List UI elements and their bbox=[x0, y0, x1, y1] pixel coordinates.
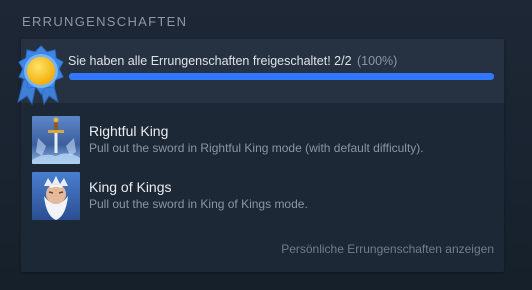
sun-ribbon-badge-icon bbox=[12, 40, 74, 108]
summary-text: Sie haben alle Errungenschaften freigesc… bbox=[68, 54, 397, 68]
summary-percent: (100%) bbox=[357, 54, 398, 68]
sword-achievement-icon bbox=[32, 116, 80, 164]
achievement-description: Pull out the sword in King of Kings mode… bbox=[89, 197, 308, 211]
achievement-title: King of Kings bbox=[89, 179, 172, 195]
achievement-summary bbox=[21, 39, 504, 103]
progress-fill bbox=[69, 73, 494, 80]
show-personal-achievements-link[interactable]: Persönliche Errungenschaften anzeigen bbox=[281, 242, 494, 256]
achievement-item[interactable]: King of Kings Pull out the sword in King… bbox=[32, 172, 492, 222]
achievement-title: Rightful King bbox=[89, 123, 169, 139]
achievement-item[interactable]: Rightful King Pull out the sword in Righ… bbox=[32, 116, 492, 166]
achievement-description: Pull out the sword in Rightful King mode… bbox=[89, 141, 424, 155]
progress-bar bbox=[69, 73, 494, 80]
king-portrait-achievement-icon bbox=[32, 172, 80, 220]
section-title: ERRUNGENSCHAFTEN bbox=[22, 14, 188, 29]
summary-label: Sie haben alle Errungenschaften freigesc… bbox=[68, 54, 352, 68]
